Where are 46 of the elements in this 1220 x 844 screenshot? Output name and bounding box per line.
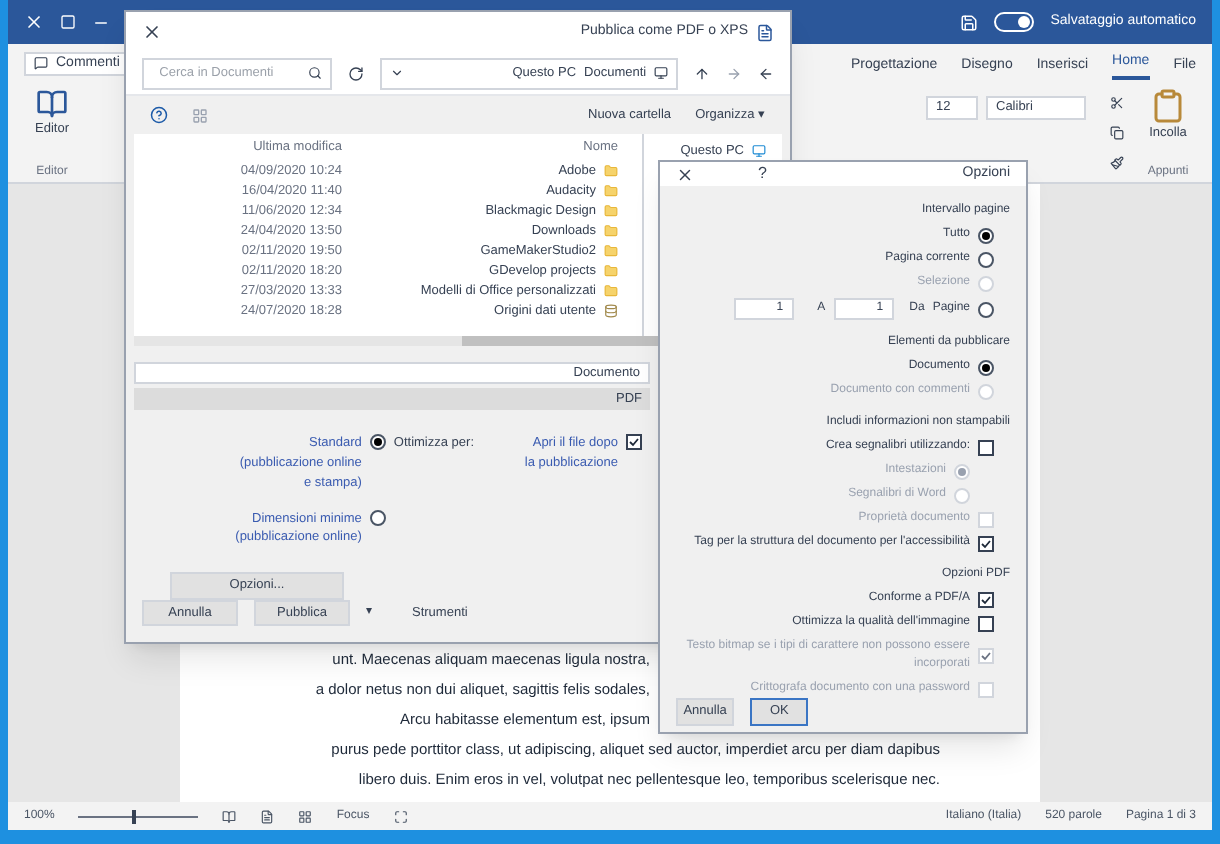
up-icon[interactable] (694, 65, 711, 82)
folder-icon (604, 244, 618, 259)
focus-icon[interactable] (393, 809, 408, 823)
computer-icon (654, 66, 669, 81)
search-icon (307, 66, 322, 81)
save-icon[interactable] (960, 13, 979, 31)
help-button[interactable]: ? (758, 162, 767, 186)
copy-icon[interactable] (1110, 126, 1124, 140)
folder-icon (604, 224, 618, 239)
checkbox[interactable] (978, 591, 994, 607)
checkbox[interactable] (626, 434, 642, 451)
radio-button[interactable] (978, 301, 994, 317)
refresh-icon[interactable] (347, 65, 364, 82)
brush-icon[interactable] (1110, 156, 1124, 170)
radio-button[interactable] (369, 434, 386, 451)
checkbox[interactable] (978, 535, 994, 551)
scissors-icon[interactable] (1110, 96, 1124, 110)
document-icon (756, 23, 774, 42)
autosave-toggle[interactable] (994, 12, 1035, 32)
zoom-thumb[interactable] (132, 809, 137, 823)
folder-icon (604, 264, 618, 279)
checkbox[interactable] (978, 439, 994, 455)
database-icon (604, 304, 618, 319)
maximize-icon[interactable] (60, 14, 76, 30)
editor-icon[interactable] (36, 88, 68, 120)
folder-icon (604, 184, 618, 199)
folder-icon (604, 164, 618, 179)
web-layout-icon[interactable] (298, 809, 313, 823)
dropdown-icon[interactable] (389, 66, 404, 81)
close-icon[interactable] (24, 12, 44, 32)
folder-icon (604, 284, 618, 299)
comment-icon (34, 56, 48, 71)
checkbox[interactable] (978, 615, 994, 631)
close-icon[interactable] (676, 165, 694, 183)
radio-button[interactable] (978, 251, 994, 267)
clipboard-icon[interactable] (1150, 88, 1186, 124)
close-icon[interactable] (142, 22, 162, 43)
print-layout-icon[interactable] (260, 809, 275, 823)
computer-icon (752, 144, 766, 159)
help-icon[interactable] (150, 106, 168, 125)
back-icon[interactable] (758, 65, 774, 82)
radio-button[interactable] (369, 509, 386, 525)
radio-button[interactable] (978, 359, 994, 375)
folder-icon (604, 204, 618, 219)
read-mode-icon[interactable] (222, 809, 237, 823)
radio-button[interactable] (978, 227, 994, 243)
